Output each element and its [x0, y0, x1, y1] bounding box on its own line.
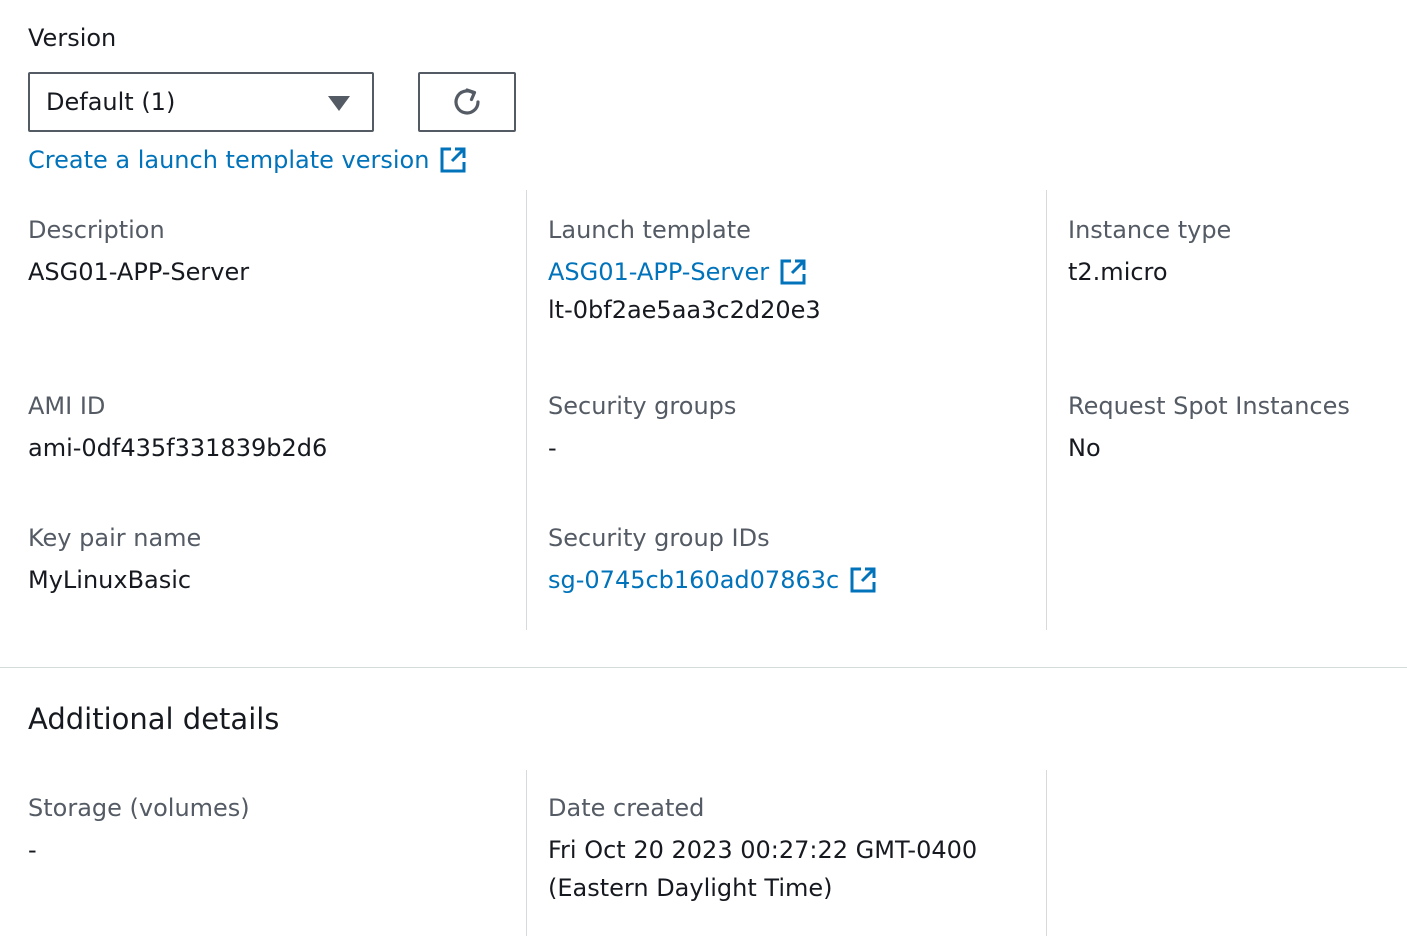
security-group-ids-field: Security group IDs sg-0745cb160ad07863c	[548, 524, 877, 594]
security-group-id-link[interactable]: sg-0745cb160ad07863c	[548, 566, 877, 594]
create-link-text: Create a launch template version	[28, 146, 430, 174]
launch-template-panel: Version Default (1) Create a launch temp…	[0, 0, 1407, 936]
date-created-field: Date created Fri Oct 20 2023 00:27:22 GM…	[548, 794, 977, 902]
instance-type-value: t2.micro	[1068, 258, 1168, 286]
ami-id-field: AMI ID ami-0df435f331839b2d6	[28, 392, 327, 462]
external-link-icon	[779, 258, 807, 286]
launch-template-link-text: ASG01-APP-Server	[548, 258, 770, 286]
external-link-icon	[849, 566, 877, 594]
request-spot-value: No	[1068, 434, 1101, 462]
request-spot-field: Request Spot Instances No	[1068, 392, 1350, 462]
security-groups-field: Security groups -	[548, 392, 736, 462]
version-select[interactable]: Default (1)	[28, 72, 374, 132]
description-value: ASG01-APP-Server	[28, 258, 250, 286]
caret-down-icon	[328, 96, 350, 111]
instance-type-label: Instance type	[1068, 216, 1232, 244]
version-selected-value: Default (1)	[46, 88, 176, 116]
security-group-id-link-text: sg-0745cb160ad07863c	[548, 566, 840, 594]
refresh-icon	[454, 88, 480, 115]
additional-details-title: Additional details	[28, 702, 280, 736]
date-created-value-line2: (Eastern Daylight Time)	[548, 874, 833, 902]
storage-label: Storage (volumes)	[28, 794, 250, 822]
create-launch-template-version-link[interactable]: Create a launch template version	[28, 146, 467, 174]
security-groups-label: Security groups	[548, 392, 737, 420]
launch-template-link[interactable]: ASG01-APP-Server	[548, 258, 821, 286]
section-divider	[0, 667, 1407, 668]
description-label: Description	[28, 216, 165, 244]
launch-template-field: Launch template ASG01-APP-Server lt-0bf2…	[548, 216, 821, 324]
key-pair-value: MyLinuxBasic	[28, 566, 192, 594]
security-groups-value: -	[548, 434, 557, 462]
request-spot-label: Request Spot Instances	[1068, 392, 1350, 420]
ami-id-label: AMI ID	[28, 392, 106, 420]
security-group-ids-label: Security group IDs	[548, 524, 770, 552]
launch-template-id: lt-0bf2ae5aa3c2d20e3	[548, 296, 821, 324]
description-field: Description ASG01-APP-Server	[28, 216, 249, 286]
instance-type-field: Instance type t2.micro	[1068, 216, 1231, 286]
date-created-value-line1: Fri Oct 20 2023 00:27:22 GMT-0400	[548, 836, 978, 864]
storage-field: Storage (volumes) -	[28, 794, 250, 864]
column-divider	[526, 190, 527, 630]
version-label: Version	[28, 24, 117, 52]
ami-id-value: ami-0df435f331839b2d6	[28, 434, 328, 462]
column-divider	[1046, 770, 1047, 936]
key-pair-field: Key pair name MyLinuxBasic	[28, 524, 201, 594]
key-pair-label: Key pair name	[28, 524, 202, 552]
refresh-button[interactable]	[418, 72, 516, 132]
date-created-label: Date created	[548, 794, 705, 822]
launch-template-label: Launch template	[548, 216, 751, 244]
column-divider	[1046, 190, 1047, 630]
column-divider	[526, 770, 527, 936]
external-link-icon	[439, 146, 467, 174]
storage-value: -	[28, 836, 37, 864]
